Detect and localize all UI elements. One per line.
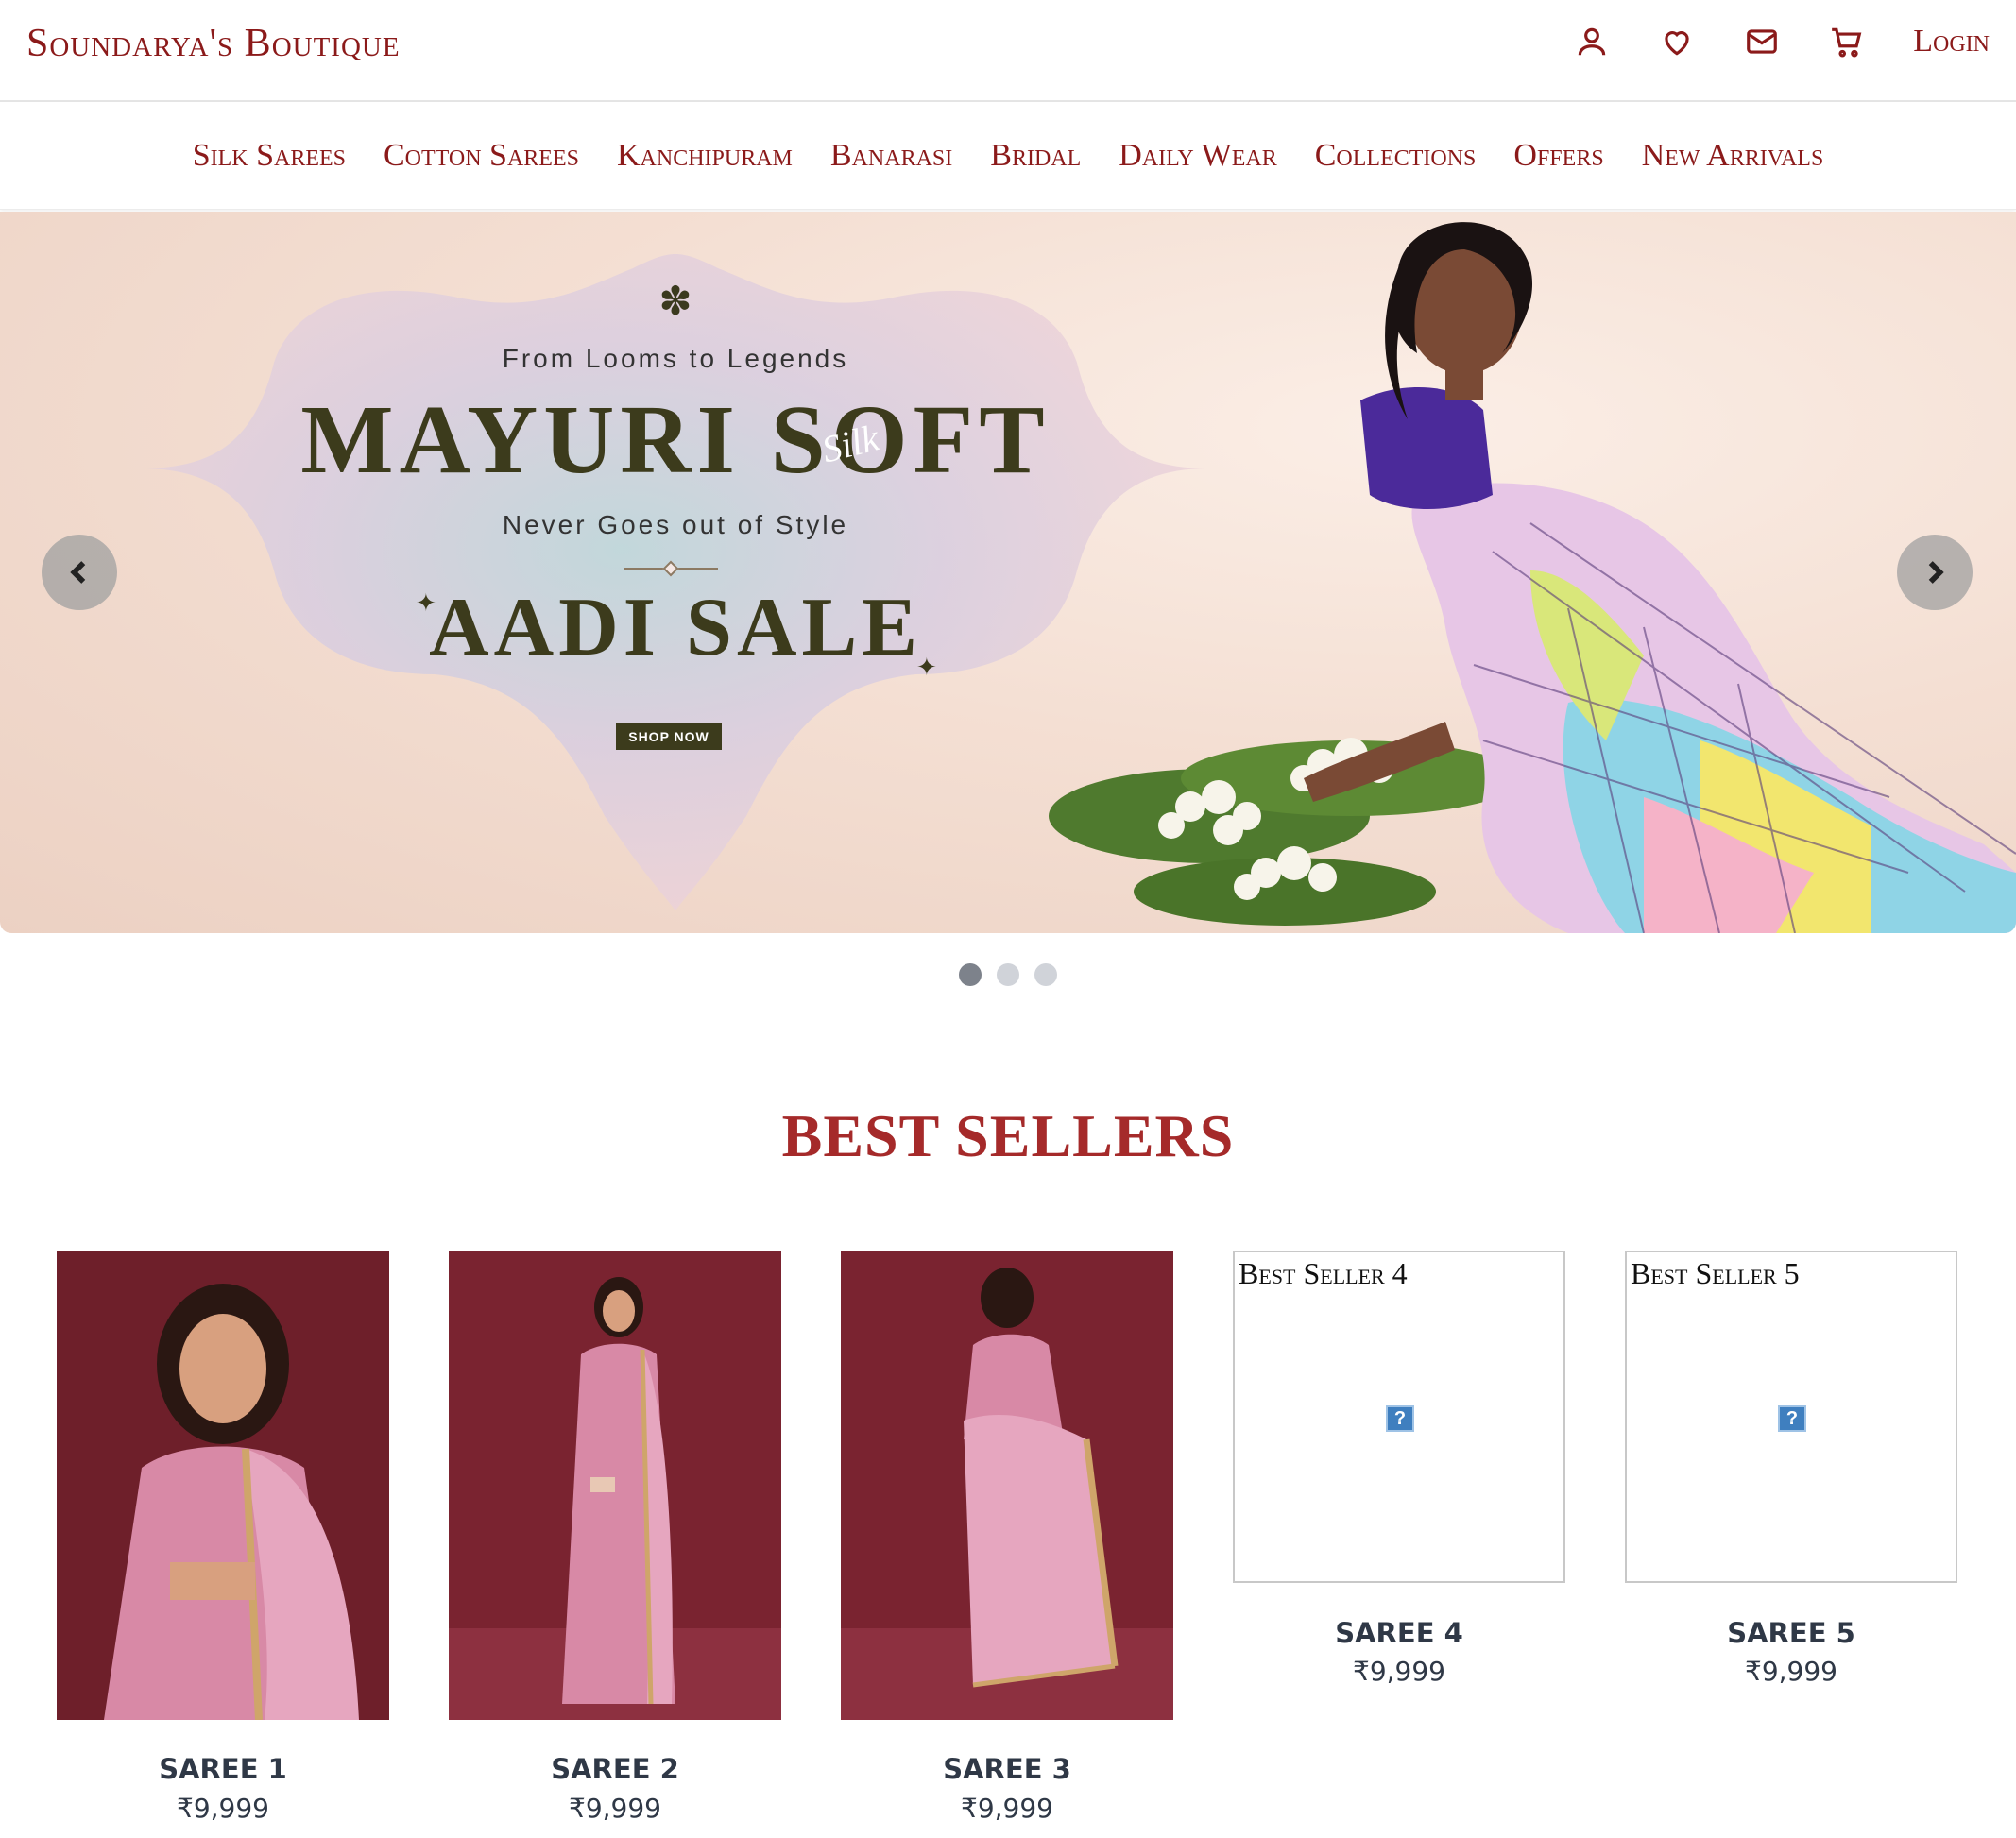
product-price: ₹9,999 [177, 1793, 269, 1824]
chevron-right-icon [1928, 561, 1944, 584]
product-price: ₹9,999 [1745, 1656, 1837, 1687]
product-name[interactable]: SAREE 1 [57, 1753, 389, 1785]
mail-icon[interactable] [1743, 23, 1781, 60]
nav-item-collections[interactable]: Collections [1315, 138, 1477, 174]
login-link[interactable]: Login [1913, 24, 1990, 60]
header-actions: Login [1573, 23, 1990, 60]
nav-item-bridal[interactable]: Bridal [990, 138, 1081, 174]
nav-item-cotton-sarees[interactable]: Cotton Sarees [384, 138, 579, 174]
product-image-placeholder[interactable]: Best Seller 4 ? [1233, 1251, 1565, 1583]
hero-banner[interactable]: ✽ From Looms to Legends MAYURI SOFT Silk… [0, 212, 2016, 933]
product-image[interactable] [57, 1251, 389, 1720]
cart-icon[interactable] [1828, 23, 1866, 60]
user-icon[interactable] [1573, 23, 1611, 60]
nav-item-silk-sarees[interactable]: Silk Sarees [193, 138, 346, 174]
product-price: ₹9,999 [569, 1793, 661, 1824]
carousel-dot-3[interactable] [1034, 963, 1057, 986]
product-price: ₹9,999 [1353, 1656, 1445, 1687]
product-name[interactable]: SAREE 5 [1625, 1617, 1957, 1649]
brand-logo[interactable]: Soundarya's Boutique [26, 21, 401, 66]
product-name[interactable]: SAREE 3 [841, 1753, 1173, 1785]
nav-item-banarasi[interactable]: Banarasi [830, 138, 952, 174]
product-name[interactable]: SAREE 2 [449, 1753, 781, 1785]
hero-model-image [1049, 222, 2016, 933]
top-header: Soundarya's Boutique Login [0, 0, 2016, 102]
carousel-dot-2[interactable] [997, 963, 1019, 986]
product-name[interactable]: SAREE 4 [1233, 1617, 1565, 1649]
carousel-prev-button[interactable] [42, 535, 117, 610]
nav-item-offers[interactable]: Offers [1513, 138, 1603, 174]
product-image[interactable] [841, 1251, 1173, 1720]
product-image[interactable] [449, 1251, 781, 1720]
chevron-left-icon [70, 561, 86, 584]
carousel-indicators [0, 963, 2016, 986]
carousel-dot-1[interactable] [959, 963, 982, 986]
broken-image-icon: ? [1778, 1405, 1806, 1432]
product-price: ₹9,999 [961, 1793, 1053, 1824]
carousel-next-button[interactable] [1897, 535, 1973, 610]
product-image-placeholder[interactable]: Best Seller 5 ? [1625, 1251, 1957, 1583]
image-alt-text: Best Seller 4 [1239, 1256, 1408, 1290]
image-alt-text: Best Seller 5 [1631, 1256, 1800, 1290]
nav-item-daily-wear[interactable]: Daily Wear [1119, 138, 1276, 174]
nav-item-new-arrivals[interactable]: New Arrivals [1642, 138, 1824, 174]
broken-image-icon: ? [1386, 1405, 1414, 1432]
heart-icon[interactable] [1658, 23, 1696, 60]
nav-item-kanchipuram[interactable]: Kanchipuram [617, 138, 793, 174]
shop-now-button[interactable]: SHOP NOW [616, 723, 722, 750]
sparkle-icon: ✦ [416, 589, 436, 617]
category-nav: Silk Sarees Cotton Sarees Kanchipuram Ba… [0, 102, 2016, 210]
sparkle-icon: ✦ [916, 654, 937, 681]
best-sellers-title: BEST SELLERS [781, 1102, 1235, 1169]
